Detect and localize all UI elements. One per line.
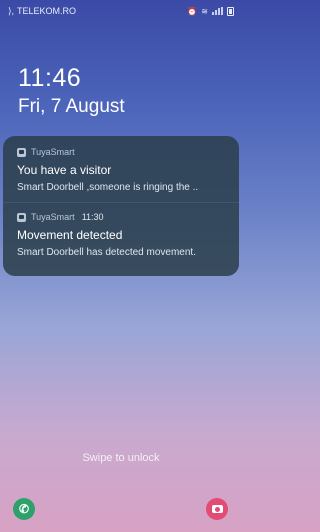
phone-icon: ✆ [18, 502, 30, 516]
wifi-icon: ≋ [201, 6, 208, 16]
battery-icon [227, 6, 234, 16]
signal-icon [212, 7, 223, 15]
tuyasmart-app-icon [17, 212, 26, 222]
swipe-to-unlock-hint[interactable]: Swipe to unlock [0, 452, 242, 464]
notification-movement[interactable]: TuyaSmart 11:30 Movement detected Smart … [3, 210, 239, 258]
carrier-group: ⟩, TELEKOM.RO [8, 6, 76, 17]
alarm-icon: ⏰ [187, 6, 198, 16]
notification-time: 11:30 [81, 212, 104, 222]
tuyasmart-app-icon [17, 147, 26, 157]
phone-shortcut-button[interactable]: ✆ [13, 498, 35, 520]
lockscreen-date: Fri, 7 August [18, 96, 125, 117]
notification-panel: TuyaSmart You have a visitor Smart Doorb… [3, 136, 239, 276]
notification-visitor[interactable]: TuyaSmart You have a visitor Smart Doorb… [3, 145, 239, 193]
status-bar: ⟩, TELEKOM.RO ⏰ ≋ [0, 0, 242, 22]
notification-title: You have a visitor [17, 163, 112, 177]
notification-body: Smart Doorbell ,someone is ringing the .… [17, 182, 199, 193]
notification-header: TuyaSmart 11:30 [17, 210, 225, 224]
notification-app-name: TuyaSmart [31, 212, 75, 222]
notification-title: Movement detected [17, 228, 123, 242]
status-icons: ⏰ ≋ [187, 6, 234, 16]
notification-app-name: TuyaSmart [31, 147, 75, 157]
notification-body: Smart Doorbell has detected movement. [17, 247, 196, 258]
notification-divider [3, 202, 239, 203]
roaming-icon: ⟩, [8, 5, 15, 16]
lockscreen-clock: 11:46 [18, 64, 82, 92]
camera-shortcut-button[interactable] [206, 498, 228, 520]
camera-icon [211, 505, 223, 513]
carrier-name: TELEKOM.RO [17, 6, 77, 16]
notification-header: TuyaSmart [17, 145, 225, 159]
